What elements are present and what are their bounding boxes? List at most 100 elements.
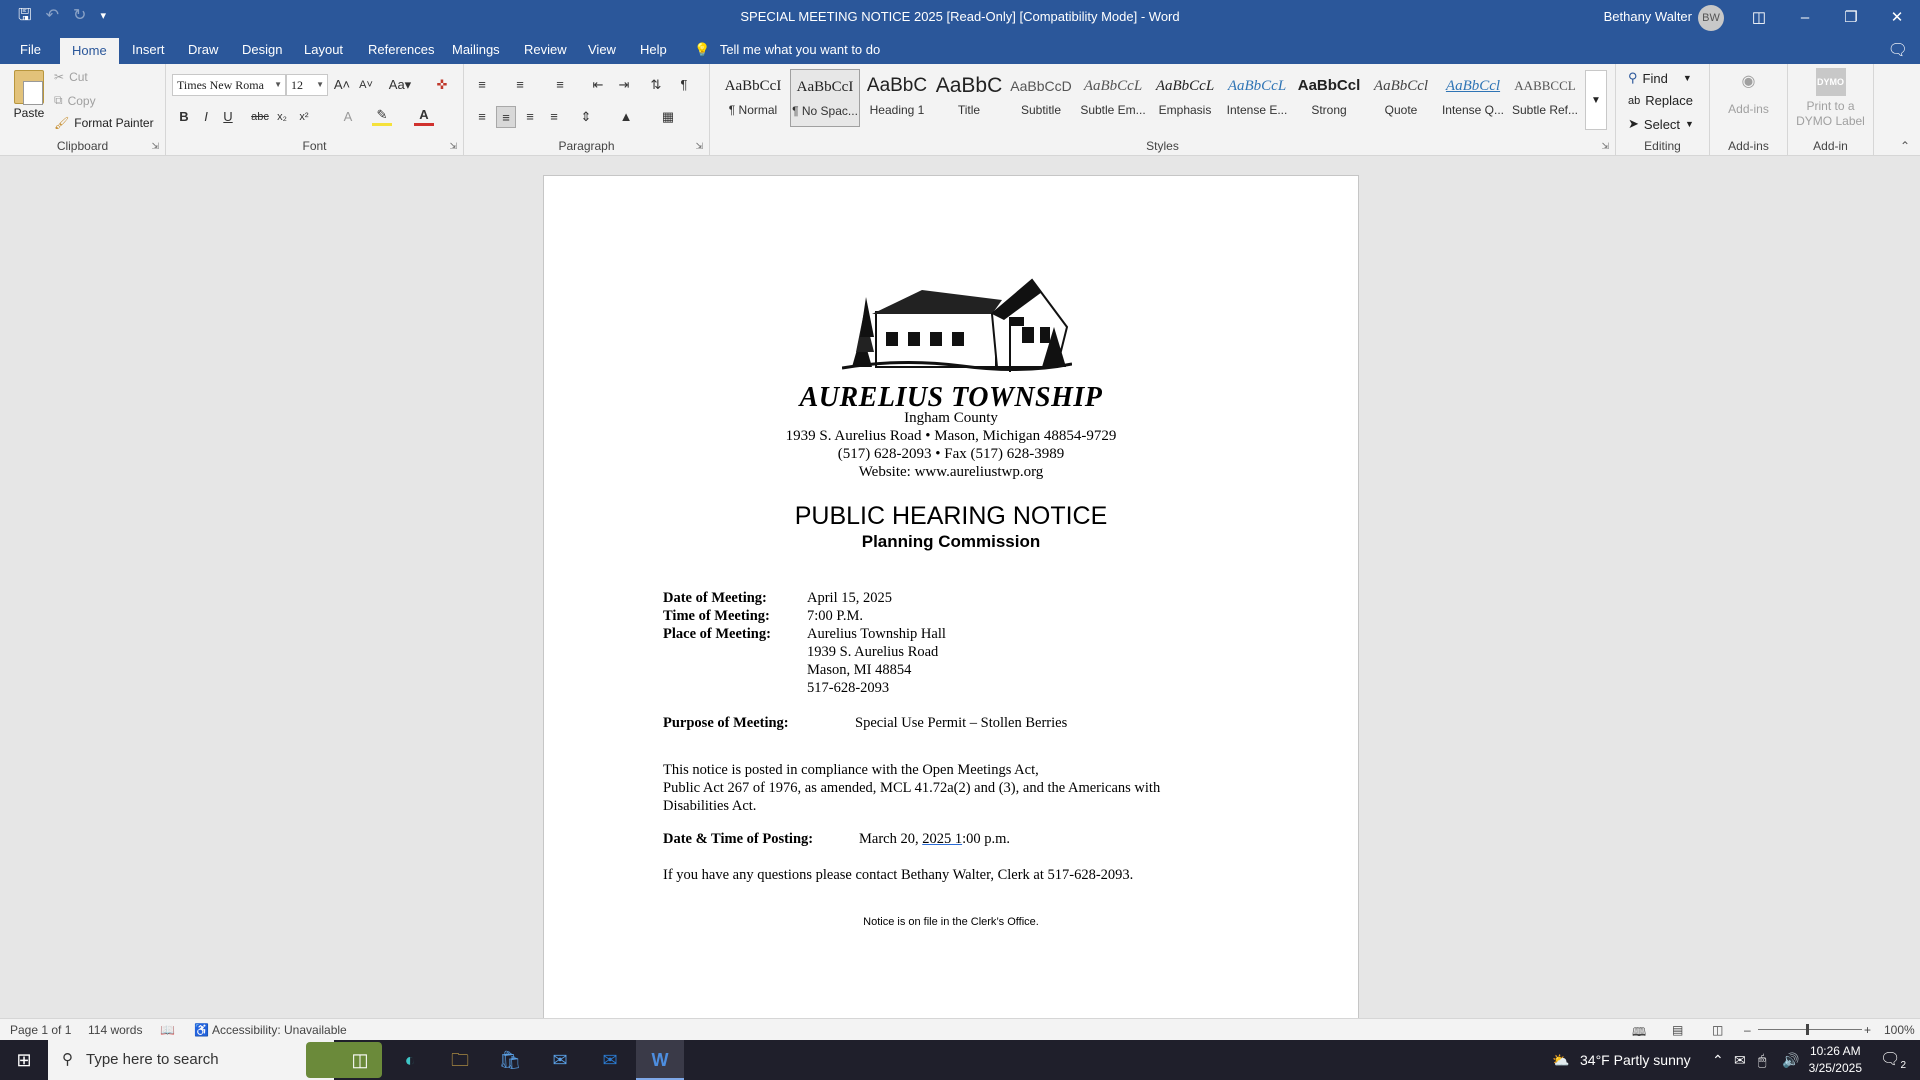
font-name-box[interactable]: Times New Roma ▼ [172, 74, 286, 96]
document-page[interactable]: AURELIUS TOWNSHIP Ingham County 1939 S. … [543, 175, 1359, 1018]
grow-font-icon[interactable]: A˄ [332, 74, 352, 96]
shading-icon[interactable]: ▲ [616, 106, 636, 128]
font-launcher-icon[interactable]: ⇲ [449, 141, 457, 152]
addins-button[interactable]: ◉ Add-ins [1710, 68, 1787, 117]
select-button[interactable]: ➤ Select ▼ [1628, 116, 1694, 132]
ribbon-display-icon[interactable]: ◫ [1736, 4, 1782, 32]
tab-review[interactable]: Review [512, 36, 579, 64]
styles-launcher-icon[interactable]: ⇲ [1601, 141, 1609, 152]
change-case-icon[interactable]: Aa▾ [386, 74, 414, 96]
tab-design[interactable]: Design [230, 36, 294, 64]
web-layout-icon[interactable]: ◫ [1712, 1023, 1723, 1037]
network-icon[interactable]: 🖱 [1758, 1040, 1766, 1080]
print-layout-icon[interactable]: ▤ [1672, 1023, 1683, 1037]
dymo-print-button[interactable]: DYMO Print to a DYMO Label [1792, 68, 1869, 129]
style-heading-1[interactable]: AaBbC Heading 1 [862, 69, 932, 127]
styles-more-button[interactable]: ▼ [1585, 70, 1607, 130]
cut-button[interactable]: ✂ Cut [54, 70, 88, 84]
highlight-icon[interactable]: ✎ [372, 106, 392, 126]
outlook-icon[interactable]: ✉ [586, 1040, 634, 1080]
sort-icon[interactable]: ⇅ [646, 74, 666, 96]
file-explorer-icon[interactable]: 🗀 [436, 1040, 484, 1080]
style-no-spacing[interactable]: AaBbCcI ¶ No Spac... [790, 69, 860, 127]
tab-mailings[interactable]: Mailings [440, 36, 512, 64]
tell-me-search[interactable]: 💡 Tell me what you want to do [694, 36, 880, 64]
mail-tray-icon[interactable]: ✉ [1734, 1040, 1746, 1080]
decrease-indent-icon[interactable]: ⇤ [588, 74, 608, 96]
font-size-box[interactable]: 12 ▼ [286, 74, 328, 96]
style-intense-emphasis[interactable]: AaBbCcL Intense E... [1222, 69, 1292, 127]
user-name[interactable]: Bethany Walter [1604, 9, 1692, 24]
zoom-in-icon[interactable]: + [1864, 1023, 1871, 1037]
copy-button[interactable]: ⧉ Copy [54, 93, 96, 108]
accessibility-status[interactable]: Accessibility: Unavailable [212, 1023, 347, 1037]
paste-button[interactable]: Paste [8, 70, 50, 120]
increase-indent-icon[interactable]: ⇥ [614, 74, 634, 96]
tab-file[interactable]: File [8, 36, 53, 64]
strikethrough-icon[interactable]: abc [250, 106, 270, 128]
paragraph-launcher-icon[interactable]: ⇲ [695, 141, 703, 152]
tab-references[interactable]: References [356, 36, 446, 64]
style-quote[interactable]: AaBbCcl Quote [1366, 69, 1436, 127]
borders-icon[interactable]: ▦ [658, 106, 678, 128]
page-count[interactable]: Page 1 of 1 [10, 1023, 71, 1037]
zoom-slider-thumb[interactable] [1806, 1024, 1809, 1035]
replace-button[interactable]: ab Replace [1628, 93, 1693, 108]
multilevel-list-icon[interactable]: ≡ [550, 74, 570, 96]
style-subtle-reference[interactable]: AABBCCL Subtle Ref... [1510, 69, 1580, 127]
zoom-out-icon[interactable]: – [1744, 1023, 1751, 1037]
zoom-slider[interactable] [1758, 1029, 1862, 1030]
word-count[interactable]: 114 words [88, 1023, 142, 1037]
windows-start-icon[interactable]: ⊞ [0, 1040, 48, 1080]
clock[interactable]: 10:26 AM 3/25/2025 [1809, 1043, 1862, 1077]
italic-icon[interactable]: I [196, 106, 216, 128]
comments-icon[interactable]: 🗨 [1888, 40, 1908, 60]
mail-icon[interactable]: ✉ [536, 1040, 584, 1080]
line-spacing-icon[interactable]: ⇕ [576, 106, 596, 128]
style-intense-quote[interactable]: AaBbCcl Intense Q... [1438, 69, 1508, 127]
format-painter-button[interactable]: 🖌 Format Painter [54, 116, 154, 130]
proofing-icon[interactable]: 📖 [160, 1023, 175, 1037]
store-icon[interactable]: 🛍 [486, 1040, 534, 1080]
text-effects-icon[interactable]: A [338, 106, 358, 128]
clear-formatting-icon[interactable]: ✜ [432, 74, 452, 96]
underline-icon[interactable]: U [218, 106, 238, 128]
style-subtle-emphasis[interactable]: AaBbCcL Subtle Em... [1078, 69, 1148, 127]
style-emphasis[interactable]: AaBbCcL Emphasis [1150, 69, 1220, 127]
weather-text[interactable]: 34°F Partly sunny [1580, 1040, 1691, 1080]
tab-view[interactable]: View [576, 36, 628, 64]
tab-draw[interactable]: Draw [176, 36, 230, 64]
volume-icon[interactable]: 🔊 [1782, 1040, 1799, 1080]
minimize-icon[interactable]: – [1782, 4, 1828, 32]
tab-insert[interactable]: Insert [120, 36, 177, 64]
find-button[interactable]: ⚲ Find ▼ [1628, 70, 1692, 86]
tab-help[interactable]: Help [628, 36, 679, 64]
tab-home[interactable]: Home [60, 38, 119, 64]
bold-icon[interactable]: B [174, 106, 194, 128]
collapse-ribbon-icon[interactable]: ⌃ [1900, 139, 1910, 153]
justify-icon[interactable]: ≡ [544, 106, 564, 128]
restore-icon[interactable]: ❐ [1828, 4, 1874, 32]
chevron-up-icon[interactable]: ⌃ [1712, 1040, 1724, 1080]
superscript-icon[interactable]: x² [294, 106, 314, 128]
tab-layout[interactable]: Layout [292, 36, 355, 64]
bullets-icon[interactable]: ≡ [472, 74, 492, 96]
align-right-icon[interactable]: ≡ [520, 106, 540, 128]
avatar[interactable]: BW [1698, 5, 1724, 31]
subscript-icon[interactable]: x₂ [272, 106, 292, 128]
close-icon[interactable]: ✕ [1874, 4, 1920, 32]
style-normal[interactable]: AaBbCcI ¶ Normal [718, 69, 788, 127]
taskbar-search[interactable]: ⚲ Type here to search [48, 1040, 382, 1080]
task-view-icon[interactable]: ◫ [336, 1040, 384, 1080]
style-strong[interactable]: AaBbCcl Strong [1294, 69, 1364, 127]
numbering-icon[interactable]: ≡ [510, 74, 530, 96]
shrink-font-icon[interactable]: A˅ [356, 74, 376, 96]
style-subtitle[interactable]: AaBbCcD Subtitle [1006, 69, 1076, 127]
word-icon[interactable]: W [636, 1040, 684, 1080]
style-title[interactable]: AaBbC Title [934, 69, 1004, 127]
notifications-icon[interactable]: 🗨2 [1880, 1049, 1906, 1071]
show-marks-icon[interactable]: ¶ [674, 74, 694, 96]
zoom-level[interactable]: 100% [1884, 1023, 1915, 1037]
edge-icon[interactable]: ◐ [386, 1040, 434, 1080]
align-left-icon[interactable]: ≡ [472, 106, 492, 128]
